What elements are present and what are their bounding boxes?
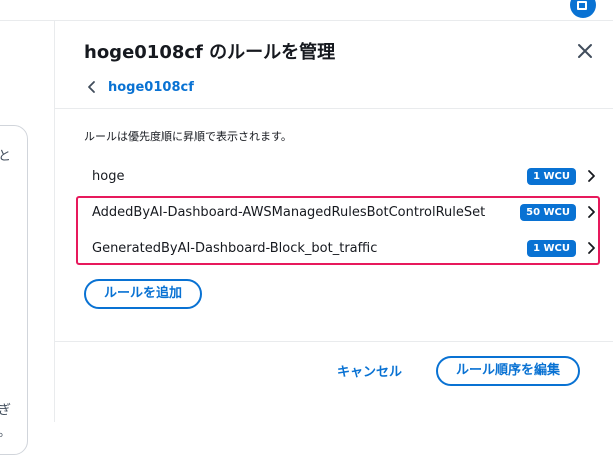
rule-name: hoge	[92, 168, 125, 184]
back-link[interactable]: hoge0108cf	[108, 80, 194, 95]
rule-item-block-bot-traffic[interactable]: GeneratedByAI-Dashboard-Block_bot_traffi…	[80, 230, 600, 266]
chevron-right-icon[interactable]	[584, 169, 598, 183]
rule-name: GeneratedByAI-Dashboard-Block_bot_traffi…	[92, 240, 378, 256]
app-icon[interactable]	[570, 0, 596, 18]
breadcrumb[interactable]: hoge0108cf	[85, 77, 194, 97]
modal-title: hoge0108cf のルールを管理	[84, 42, 336, 63]
background-page: と ぎ 。	[0, 21, 54, 455]
wcu-badge: 1 WCU	[527, 168, 576, 185]
rules-description: ルールは優先度順に昇順で表示されます。	[84, 130, 292, 143]
background-text-fragment: ぎ	[0, 403, 12, 418]
cancel-button[interactable]: キャンセル	[327, 358, 412, 388]
wcu-badge: 1 WCU	[527, 240, 576, 257]
manage-rules-modal: hoge0108cf のルールを管理 hoge0108cf ルールは優先度順に昇…	[54, 21, 613, 422]
background-text-fragment: 。	[0, 421, 11, 440]
rule-item-hoge[interactable]: hoge 1 WCU	[80, 158, 600, 194]
edit-rule-order-button[interactable]: ルール順序を編集	[436, 356, 581, 386]
divider	[55, 108, 613, 109]
chevron-left-icon	[88, 81, 95, 93]
divider	[55, 341, 613, 342]
close-icon[interactable]	[575, 41, 595, 61]
rule-name: AddedByAI-Dashboard-AWSManagedRulesBotCo…	[92, 204, 486, 220]
top-bar	[0, 0, 613, 21]
background-text-fragment: と	[0, 149, 12, 164]
rule-item-bot-control-rule-set[interactable]: AddedByAI-Dashboard-AWSManagedRulesBotCo…	[80, 194, 600, 230]
chevron-right-icon[interactable]	[584, 205, 598, 219]
add-rule-button[interactable]: ルールを追加	[84, 279, 203, 309]
wcu-badge: 50 WCU	[520, 204, 576, 221]
chevron-right-icon[interactable]	[584, 241, 598, 255]
